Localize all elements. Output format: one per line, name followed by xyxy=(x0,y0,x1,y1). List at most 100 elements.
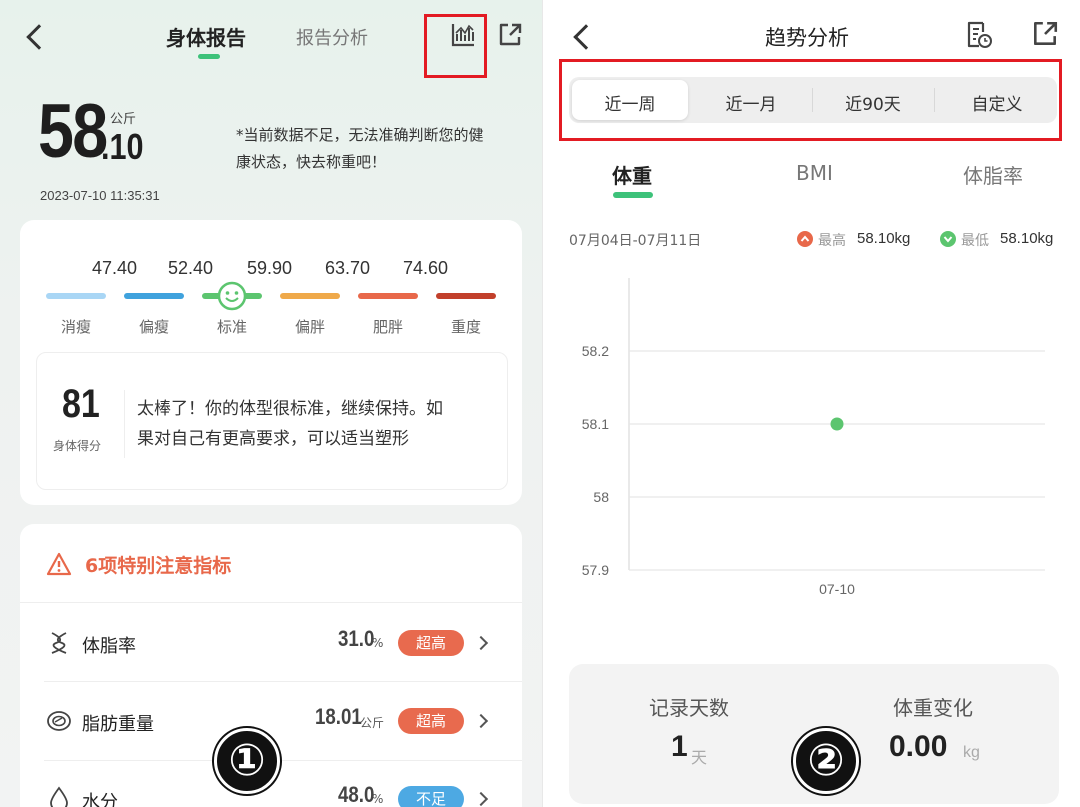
status-badge-high: 超高 xyxy=(398,630,464,656)
date-range: 07月04日-07月11日 xyxy=(569,233,702,249)
weight-trend-chart: 57.9 58 58.1 58.2 07-10 xyxy=(582,278,1045,597)
metric-tab-indicator xyxy=(613,192,653,198)
trend-chart-icon[interactable] xyxy=(450,22,476,48)
data-point[interactable] xyxy=(830,417,844,431)
range-segment-underweight xyxy=(46,293,106,299)
metric-tab-body-fat[interactable]: 体脂率 xyxy=(963,160,1023,189)
notice-line-2: 康状态，快去称重吧！ xyxy=(236,153,387,171)
range-label: 重度 xyxy=(451,318,482,336)
weight-integer: 58 xyxy=(38,89,108,174)
weight-change-value: 0.00 xyxy=(889,730,948,763)
fat-mass-icon xyxy=(47,711,71,731)
range-value: 63.70 xyxy=(325,258,371,278)
tab-active-indicator xyxy=(198,54,220,59)
body-report-panel: 身体报告 报告分析 58 .10 公斤 *当前数据不足，无法准确判断您的健 康状… xyxy=(0,0,542,807)
step-badge: ① xyxy=(214,728,280,794)
indicator-name: 脂肪重量 xyxy=(82,714,154,735)
range-label: 标准 xyxy=(217,318,248,336)
comment-line-2: 果对自己有更高要求，可以适当塑形 xyxy=(137,429,409,449)
trend-analysis-panel: 趋势分析 近一周 近一月 近90天 自定义 体重 BMI 体脂率 07月04日-… xyxy=(542,0,1080,807)
metric-tab-bmi[interactable]: BMI xyxy=(796,161,833,185)
chevron-right-icon xyxy=(473,713,489,729)
range-label: 偏胖 xyxy=(295,318,326,336)
min-arrow-icon xyxy=(940,231,956,247)
record-days-value: 1 xyxy=(671,730,688,763)
share-icon[interactable] xyxy=(497,22,523,48)
range-label: 偏瘦 xyxy=(139,318,170,336)
water-drop-icon xyxy=(50,786,68,807)
dna-icon xyxy=(51,632,67,654)
segment-custom[interactable]: 自定义 xyxy=(939,90,1055,115)
segment-90-days[interactable]: 近90天 xyxy=(817,90,929,115)
y-tick-label: 58 xyxy=(593,489,609,505)
divider xyxy=(124,390,125,458)
back-icon[interactable] xyxy=(573,24,599,50)
indicator-unit: 公斤 xyxy=(360,716,385,730)
y-tick-label: 58.1 xyxy=(582,416,609,432)
divider xyxy=(44,760,522,761)
range-segment-obese xyxy=(358,293,418,299)
metric-tab-weight[interactable]: 体重 xyxy=(612,160,652,189)
tab-body-report[interactable]: 身体报告 xyxy=(166,22,246,51)
range-label: 肥胖 xyxy=(373,318,404,336)
tab-report-analysis[interactable]: 报告分析 xyxy=(296,24,368,50)
range-value: 47.40 xyxy=(92,258,138,278)
share-icon[interactable] xyxy=(1031,20,1059,48)
indicator-name: 体脂率 xyxy=(82,636,136,657)
indicator-value: 48.0 xyxy=(338,782,375,807)
range-segment-severe xyxy=(436,293,496,299)
divider xyxy=(44,681,522,682)
indicator-row-water[interactable]: 水分 48.0 % 不足 xyxy=(44,778,504,807)
status-badge-high: 超高 xyxy=(398,708,464,734)
y-tick-label: 57.9 xyxy=(582,562,609,578)
divider xyxy=(934,88,935,112)
measurement-timestamp: 2023-07-10 11:35:31 xyxy=(40,188,160,203)
weight-change-unit: kg xyxy=(963,744,980,761)
range-value: 59.90 xyxy=(247,258,293,278)
indicator-unit: % xyxy=(372,636,384,650)
body-score-comment: 太棒了！你的体型很标准，继续保持。如 果对自己有更高要求，可以适当塑形 xyxy=(137,394,443,454)
range-value: 52.40 xyxy=(168,258,214,278)
record-days-label: 记录天数 xyxy=(649,696,729,720)
data-insufficient-notice: *当前数据不足，无法准确判断您的健 康状态，快去称重吧！ xyxy=(236,122,484,176)
indicator-unit: % xyxy=(372,792,384,806)
divider xyxy=(20,602,522,603)
attention-title: 6项特别注意指标 xyxy=(85,555,232,577)
smiley-marker-icon xyxy=(217,281,247,311)
body-score-label: 身体得分 xyxy=(53,439,102,453)
back-icon[interactable] xyxy=(26,24,52,50)
weight-change-label: 体重变化 xyxy=(893,696,973,720)
page-title: 趋势分析 xyxy=(765,26,849,50)
warning-icon xyxy=(46,552,72,576)
segment-week[interactable]: 近一周 xyxy=(572,90,688,115)
indicator-name: 水分 xyxy=(82,792,118,807)
indicator-value: 18.01 xyxy=(315,704,362,729)
notice-line-1: *当前数据不足，无法准确判断您的健 xyxy=(236,126,484,144)
weight-decimal: .10 xyxy=(101,126,144,167)
range-segment-overweight xyxy=(280,293,340,299)
divider xyxy=(812,88,813,112)
segment-month[interactable]: 近一月 xyxy=(695,90,807,115)
indicator-row-body-fat[interactable]: 体脂率 31.0 % 超高 xyxy=(44,622,504,666)
step-badge: ② xyxy=(793,728,859,794)
max-label: 最高 xyxy=(818,233,846,249)
record-days-unit: 天 xyxy=(691,748,708,767)
min-value: 58.10kg xyxy=(1000,230,1054,247)
comment-line-1: 太棒了！你的体型很标准，继续保持。如 xyxy=(137,399,443,419)
chevron-right-icon xyxy=(473,635,489,651)
status-badge-low: 不足 xyxy=(398,786,464,807)
min-label: 最低 xyxy=(961,233,989,249)
x-tick-label: 07-10 xyxy=(819,581,855,597)
body-score-value: 81 xyxy=(62,382,100,426)
max-arrow-icon xyxy=(797,231,813,247)
range-value: 74.60 xyxy=(403,258,449,278)
indicator-value: 31.0 xyxy=(338,626,375,651)
chevron-right-icon xyxy=(473,791,489,807)
weight-unit: 公斤 xyxy=(110,112,137,127)
report-history-icon[interactable] xyxy=(965,20,993,50)
range-segment-slim xyxy=(124,293,184,299)
range-label: 消瘦 xyxy=(61,318,92,336)
max-value: 58.10kg xyxy=(857,230,911,247)
indicator-row-fat-mass[interactable]: 脂肪重量 18.01 公斤 超高 xyxy=(44,700,504,744)
y-tick-label: 58.2 xyxy=(582,343,609,359)
